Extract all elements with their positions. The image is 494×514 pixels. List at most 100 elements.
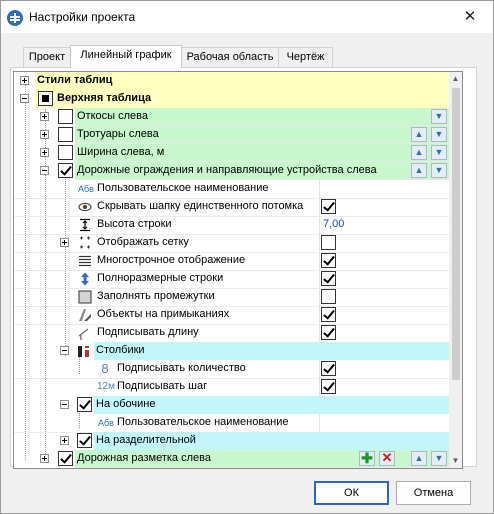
length-icon: L xyxy=(78,326,92,342)
fill-square-icon xyxy=(78,290,92,304)
close-icon[interactable]: ✕ xyxy=(455,2,485,32)
expand-icon[interactable] xyxy=(40,112,49,121)
dialog-window: Настройки проекта ✕ Проект Линейный граф… xyxy=(0,0,494,514)
tree-row-label: Верхняя таблица xyxy=(57,92,152,104)
enable-checkbox[interactable] xyxy=(77,397,92,412)
move-down-button[interactable]: ▼ xyxy=(431,127,447,142)
tree-row-sign-step[interactable]: 12м Подписывать шаг xyxy=(14,378,449,396)
move-up-button[interactable]: ▲ xyxy=(411,163,427,178)
value-checkbox[interactable] xyxy=(321,253,336,268)
tab-project[interactable]: Проект xyxy=(23,47,71,67)
expand-icon[interactable] xyxy=(40,454,49,463)
text-abc-icon: Абв xyxy=(98,418,114,428)
tree-row-label: Многострочное отображение xyxy=(97,254,246,266)
value-checkbox[interactable] xyxy=(321,325,336,340)
move-down-button[interactable]: ▼ xyxy=(431,163,447,178)
move-up-button[interactable]: ▲ xyxy=(411,127,427,142)
expand-icon[interactable] xyxy=(60,436,69,445)
tree-row-sign-length[interactable]: L Подписывать длину xyxy=(14,324,449,342)
enable-checkbox[interactable] xyxy=(58,451,73,466)
expand-icon[interactable] xyxy=(40,148,49,157)
collapse-icon[interactable] xyxy=(20,94,29,103)
tree-row-road-markings-left[interactable]: Дорожная разметка слева ✚ ✕ ▲ ▼ xyxy=(14,450,449,468)
tree-row-label: Дорожные ограждения и направляющие устро… xyxy=(77,164,377,176)
tree-row-row-height[interactable]: Высота строки 7,00 xyxy=(14,216,449,234)
expand-icon[interactable] xyxy=(20,76,29,85)
tree-row-label: Подписывать шаг xyxy=(117,380,208,392)
tree-row-sidewalks-left[interactable]: Тротуары слева ▲ ▼ xyxy=(14,126,449,144)
scroll-thumb[interactable] xyxy=(452,88,460,380)
tree-row-label: Объекты на примыканиях xyxy=(97,308,230,320)
eye-icon xyxy=(78,200,92,214)
value-checkbox[interactable] xyxy=(321,199,336,214)
collapse-icon[interactable] xyxy=(60,346,69,355)
tree-row-label: Столбики xyxy=(96,344,145,356)
collapse-icon[interactable] xyxy=(60,400,69,409)
scroll-up-icon[interactable]: ▲ xyxy=(449,72,462,86)
collapse-icon[interactable] xyxy=(40,166,49,175)
expand-icon[interactable] xyxy=(60,238,69,247)
tree-row-on-median[interactable]: На разделительной xyxy=(14,432,449,450)
row-height-value[interactable]: 7,00 xyxy=(323,218,344,230)
tree-row-on-shoulder[interactable]: На обочине xyxy=(14,396,449,414)
resize-vertical-icon xyxy=(78,272,92,286)
tree-row-fill-gaps[interactable]: Заполнять промежутки xyxy=(14,288,449,306)
enable-checkbox[interactable] xyxy=(58,109,73,124)
scroll-down-icon[interactable]: ▼ xyxy=(449,454,462,468)
enable-checkbox[interactable] xyxy=(58,163,73,178)
value-checkbox[interactable] xyxy=(321,379,336,394)
move-down-button[interactable]: ▼ xyxy=(431,109,447,124)
enable-checkbox[interactable] xyxy=(58,145,73,160)
grid-icon xyxy=(78,236,92,250)
app-icon xyxy=(7,10,23,26)
tree-row-label: На обочине xyxy=(96,398,156,410)
tree-row-custom-name[interactable]: Абв Пользовательское наименование xyxy=(14,180,449,198)
value-checkbox[interactable] xyxy=(321,235,336,250)
tab-linear-graph[interactable]: Линейный график xyxy=(70,45,182,68)
add-button[interactable]: ✚ xyxy=(359,451,375,466)
tree-row-width-left[interactable]: Ширина слева, м ▲ ▼ xyxy=(14,144,449,162)
enable-checkbox[interactable] xyxy=(58,127,73,142)
tree-row-custom-name-2[interactable]: Абв Пользовательское наименование xyxy=(14,414,449,432)
tree-row-posts[interactable]: Столбики xyxy=(14,342,449,360)
cancel-button[interactable]: Отмена xyxy=(396,481,471,505)
value-checkbox[interactable] xyxy=(321,271,336,286)
tree-row-road-barriers-left[interactable]: Дорожные ограждения и направляющие устро… xyxy=(14,162,449,180)
window-title: Настройки проекта xyxy=(29,10,136,24)
lines-icon xyxy=(78,254,92,268)
tab-work-area[interactable]: Рабочая область xyxy=(181,47,279,67)
vertical-scrollbar[interactable]: ▲ ▼ xyxy=(449,72,462,468)
enable-checkbox[interactable] xyxy=(77,433,92,448)
tree-row-label: Откосы слева xyxy=(77,110,148,122)
settings-tree[interactable]: Стили таблиц Верхняя таблица Откосы слев… xyxy=(13,71,463,469)
tree-row-junction-objects[interactable]: Объекты на примыканиях xyxy=(14,306,449,324)
tree-row-sign-count[interactable]: 8 Подписывать количество xyxy=(14,360,449,378)
tree-row-label: На разделительной xyxy=(96,434,196,446)
title-bar: Настройки проекта ✕ xyxy=(1,1,493,33)
tree-row-hide-header[interactable]: Скрывать шапку единственного потомка xyxy=(14,198,449,216)
move-up-button[interactable]: ▲ xyxy=(411,451,427,466)
tree-row-label: Скрывать шапку единственного потомка xyxy=(97,200,304,212)
tri-state-checkbox[interactable] xyxy=(38,91,53,106)
tree-row-top-table[interactable]: Верхняя таблица xyxy=(14,90,449,108)
tree-row-label: Подписывать количество xyxy=(117,362,246,374)
delete-button[interactable]: ✕ xyxy=(379,451,395,466)
value-checkbox[interactable] xyxy=(321,307,336,322)
posts-icon xyxy=(76,344,90,358)
tree-row-full-size-rows[interactable]: Полноразмерные строки xyxy=(14,270,449,288)
tree-row-slopes-left[interactable]: Откосы слева ▼ xyxy=(14,108,449,126)
tab-drawing[interactable]: Чертёж xyxy=(278,47,333,67)
value-checkbox[interactable] xyxy=(321,361,336,376)
move-down-button[interactable]: ▼ xyxy=(431,145,447,160)
tree-row-label: Дорожная разметка слева xyxy=(77,452,211,464)
move-up-button[interactable]: ▲ xyxy=(411,145,427,160)
expand-icon[interactable] xyxy=(40,130,49,139)
tree-row-show-grid[interactable]: Отображать сетку xyxy=(14,234,449,252)
value-checkbox[interactable] xyxy=(321,289,336,304)
tree-row-table-styles[interactable]: Стили таблиц xyxy=(14,72,449,90)
tree-row-multiline[interactable]: Многострочное отображение xyxy=(14,252,449,270)
tree-row-label: Пользовательское наименование xyxy=(97,182,269,194)
row-highlight xyxy=(94,342,449,360)
ok-button[interactable]: ОК xyxy=(314,481,389,505)
move-down-button[interactable]: ▼ xyxy=(431,451,447,466)
